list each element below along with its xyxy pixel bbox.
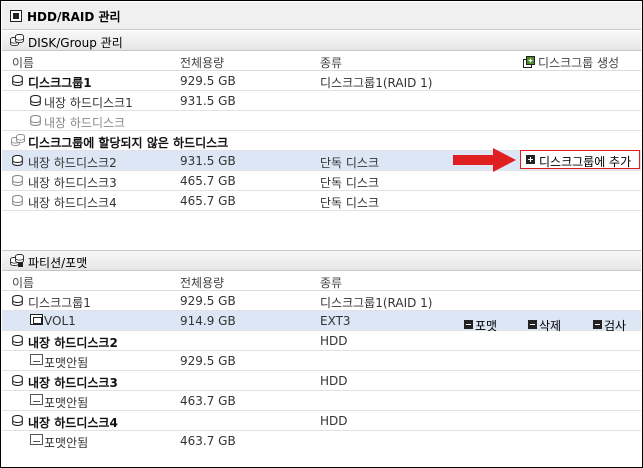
unformatted-row[interactable]: 포맷안됨 463.7 GB — [2, 431, 641, 451]
row-name: 내장 하드디스크3 — [28, 376, 118, 390]
partition-disk-row[interactable]: 내장 하드디스크4 HDD — [2, 411, 641, 431]
row-kind: HDD — [320, 414, 348, 428]
disk-kind: 단독 디스크 — [320, 156, 380, 170]
column-name: 이름 — [12, 276, 35, 290]
plus-icon — [526, 155, 535, 164]
unformatted-row[interactable]: 포맷안됨 929.5 GB — [2, 351, 641, 371]
row-kind: HDD — [320, 334, 348, 348]
row-size: 463.7 GB — [180, 434, 236, 448]
partition-section-header: 파티션/포맷 — [2, 251, 641, 271]
unassigned-disk-row[interactable]: 내장 하드디스크3 465.7 GB 단독 디스크 — [2, 171, 641, 191]
disk-size: 931.5 GB — [180, 154, 236, 168]
unassigned-title: 디스크그룹에 할당되지 않은 하드디스크 — [28, 136, 229, 150]
disk-group-size: 929.5 GB — [180, 74, 236, 88]
partition-group-row[interactable]: 디스크그룹1 929.5 GB 디스크그룹1(RAID 1) — [2, 291, 641, 311]
volume-size: 914.9 GB — [180, 314, 236, 328]
unassigned-disks-header: 디스크그룹에 할당되지 않은 하드디스크 — [2, 131, 641, 151]
volume-icon — [30, 314, 43, 325]
column-kind: 종류 — [320, 56, 343, 70]
format-icon — [464, 320, 473, 329]
unformatted-icon — [30, 434, 43, 445]
volume-row[interactable]: VOL1 914.9 GB EXT3 포맷 삭제 검사 — [2, 311, 641, 333]
row-name: 포맷안됨 — [44, 436, 89, 450]
disk-group-section-header: DISK/Group 관리 — [2, 31, 641, 51]
member-name: 내장 하드디스크1 — [44, 96, 133, 110]
unassigned-disk-row[interactable]: 내장 하드디스크4 465.7 GB 단독 디스크 — [2, 191, 641, 211]
format-button[interactable]: 포맷 — [464, 314, 497, 333]
unformatted-icon — [30, 394, 43, 405]
disk-stack-icon — [10, 34, 24, 46]
disk-group-icon — [12, 75, 23, 86]
disk-name: 내장 하드디스크3 — [28, 176, 117, 190]
disk-group-kind: 디스크그룹1(RAID 1) — [320, 76, 433, 90]
window-titlebar: HDD/RAID 관리 — [2, 2, 641, 30]
row-size: 929.5 GB — [180, 354, 236, 368]
add-group-icon — [523, 56, 535, 68]
disk-size: 465.7 GB — [180, 174, 236, 188]
column-size: 전체용량 — [180, 56, 225, 70]
disk-group-column-header: 이름 전체용량 종류 디스크그룹 생성 — [2, 52, 641, 71]
hard-disk-icon — [12, 175, 23, 186]
delete-button[interactable]: 삭제 — [528, 314, 561, 333]
add-to-group-button[interactable]: 디스크그룹에 추가 — [520, 150, 640, 169]
hard-disk-icon — [30, 115, 41, 126]
disk-size: 465.7 GB — [180, 194, 236, 208]
member-size: 931.5 GB — [180, 94, 236, 108]
red-arrow-icon — [453, 148, 516, 172]
column-name: 이름 — [12, 56, 35, 70]
hard-disk-icon — [30, 95, 41, 106]
row-kind: HDD — [320, 374, 348, 388]
volume-name: VOL1 — [44, 314, 76, 328]
group-member-row[interactable]: 내장 하드디스크1 931.5 GB — [2, 91, 641, 111]
hard-disk-icon — [12, 195, 23, 206]
unformatted-icon — [30, 354, 43, 365]
row-name: 내장 하드디스크2 — [28, 336, 118, 350]
row-name: 포맷안됨 — [44, 356, 89, 370]
row-name: 포맷안됨 — [44, 396, 89, 410]
disk-group-name: 디스크그룹1 — [28, 76, 92, 90]
column-kind: 종류 — [320, 276, 343, 290]
disk-name: 내장 하드디스크4 — [28, 196, 117, 210]
hard-disk-icon — [12, 155, 23, 166]
delete-icon — [528, 320, 537, 329]
disk-group-icon — [12, 295, 23, 306]
hdd-raid-window: HDD/RAID 관리 DISK/Group 관리 이름 전체용량 종류 디스크… — [0, 0, 643, 468]
hard-disk-icon — [12, 335, 23, 346]
partition-disk-row[interactable]: 내장 하드디스크2 HDD — [2, 331, 641, 351]
disk-name: 내장 하드디스크2 — [28, 156, 117, 170]
disk-kind: 단독 디스크 — [320, 196, 380, 210]
group-member-row[interactable]: 내장 하드디스크 — [2, 111, 641, 131]
row-size: 463.7 GB — [180, 394, 236, 408]
unformatted-row[interactable]: 포맷안됨 463.7 GB — [2, 391, 641, 411]
partition-disk-row[interactable]: 내장 하드디스크3 HDD — [2, 371, 641, 391]
hard-disk-icon — [12, 415, 23, 426]
hard-disk-icon — [12, 375, 23, 386]
partition-column-header: 이름 전체용량 종류 — [2, 272, 641, 291]
column-size: 전체용량 — [180, 276, 225, 290]
disk-kind: 단독 디스크 — [320, 176, 380, 190]
check-icon — [593, 320, 602, 329]
disk-group-row[interactable]: 디스크그룹1 929.5 GB 디스크그룹1(RAID 1) — [2, 71, 641, 91]
row-name: 내장 하드디스크4 — [28, 416, 118, 430]
disk-stack-icon — [11, 134, 25, 146]
create-group-label: 디스크그룹 생성 — [538, 56, 620, 70]
check-button[interactable]: 검사 — [593, 314, 626, 333]
row-size: 929.5 GB — [180, 294, 236, 308]
window-title: HDD/RAID 관리 — [27, 10, 121, 24]
window-icon — [10, 10, 22, 22]
row-name: 디스크그룹1 — [28, 296, 91, 310]
volume-kind: EXT3 — [320, 314, 351, 328]
disk-group-section-title: DISK/Group 관리 — [28, 36, 123, 50]
partition-section-title: 파티션/포맷 — [28, 256, 88, 270]
member-name: 내장 하드디스크 — [44, 116, 126, 130]
partition-icon — [10, 254, 24, 267]
add-to-group-label: 디스크그룹에 추가 — [539, 155, 632, 169]
row-kind: 디스크그룹1(RAID 1) — [320, 296, 433, 310]
